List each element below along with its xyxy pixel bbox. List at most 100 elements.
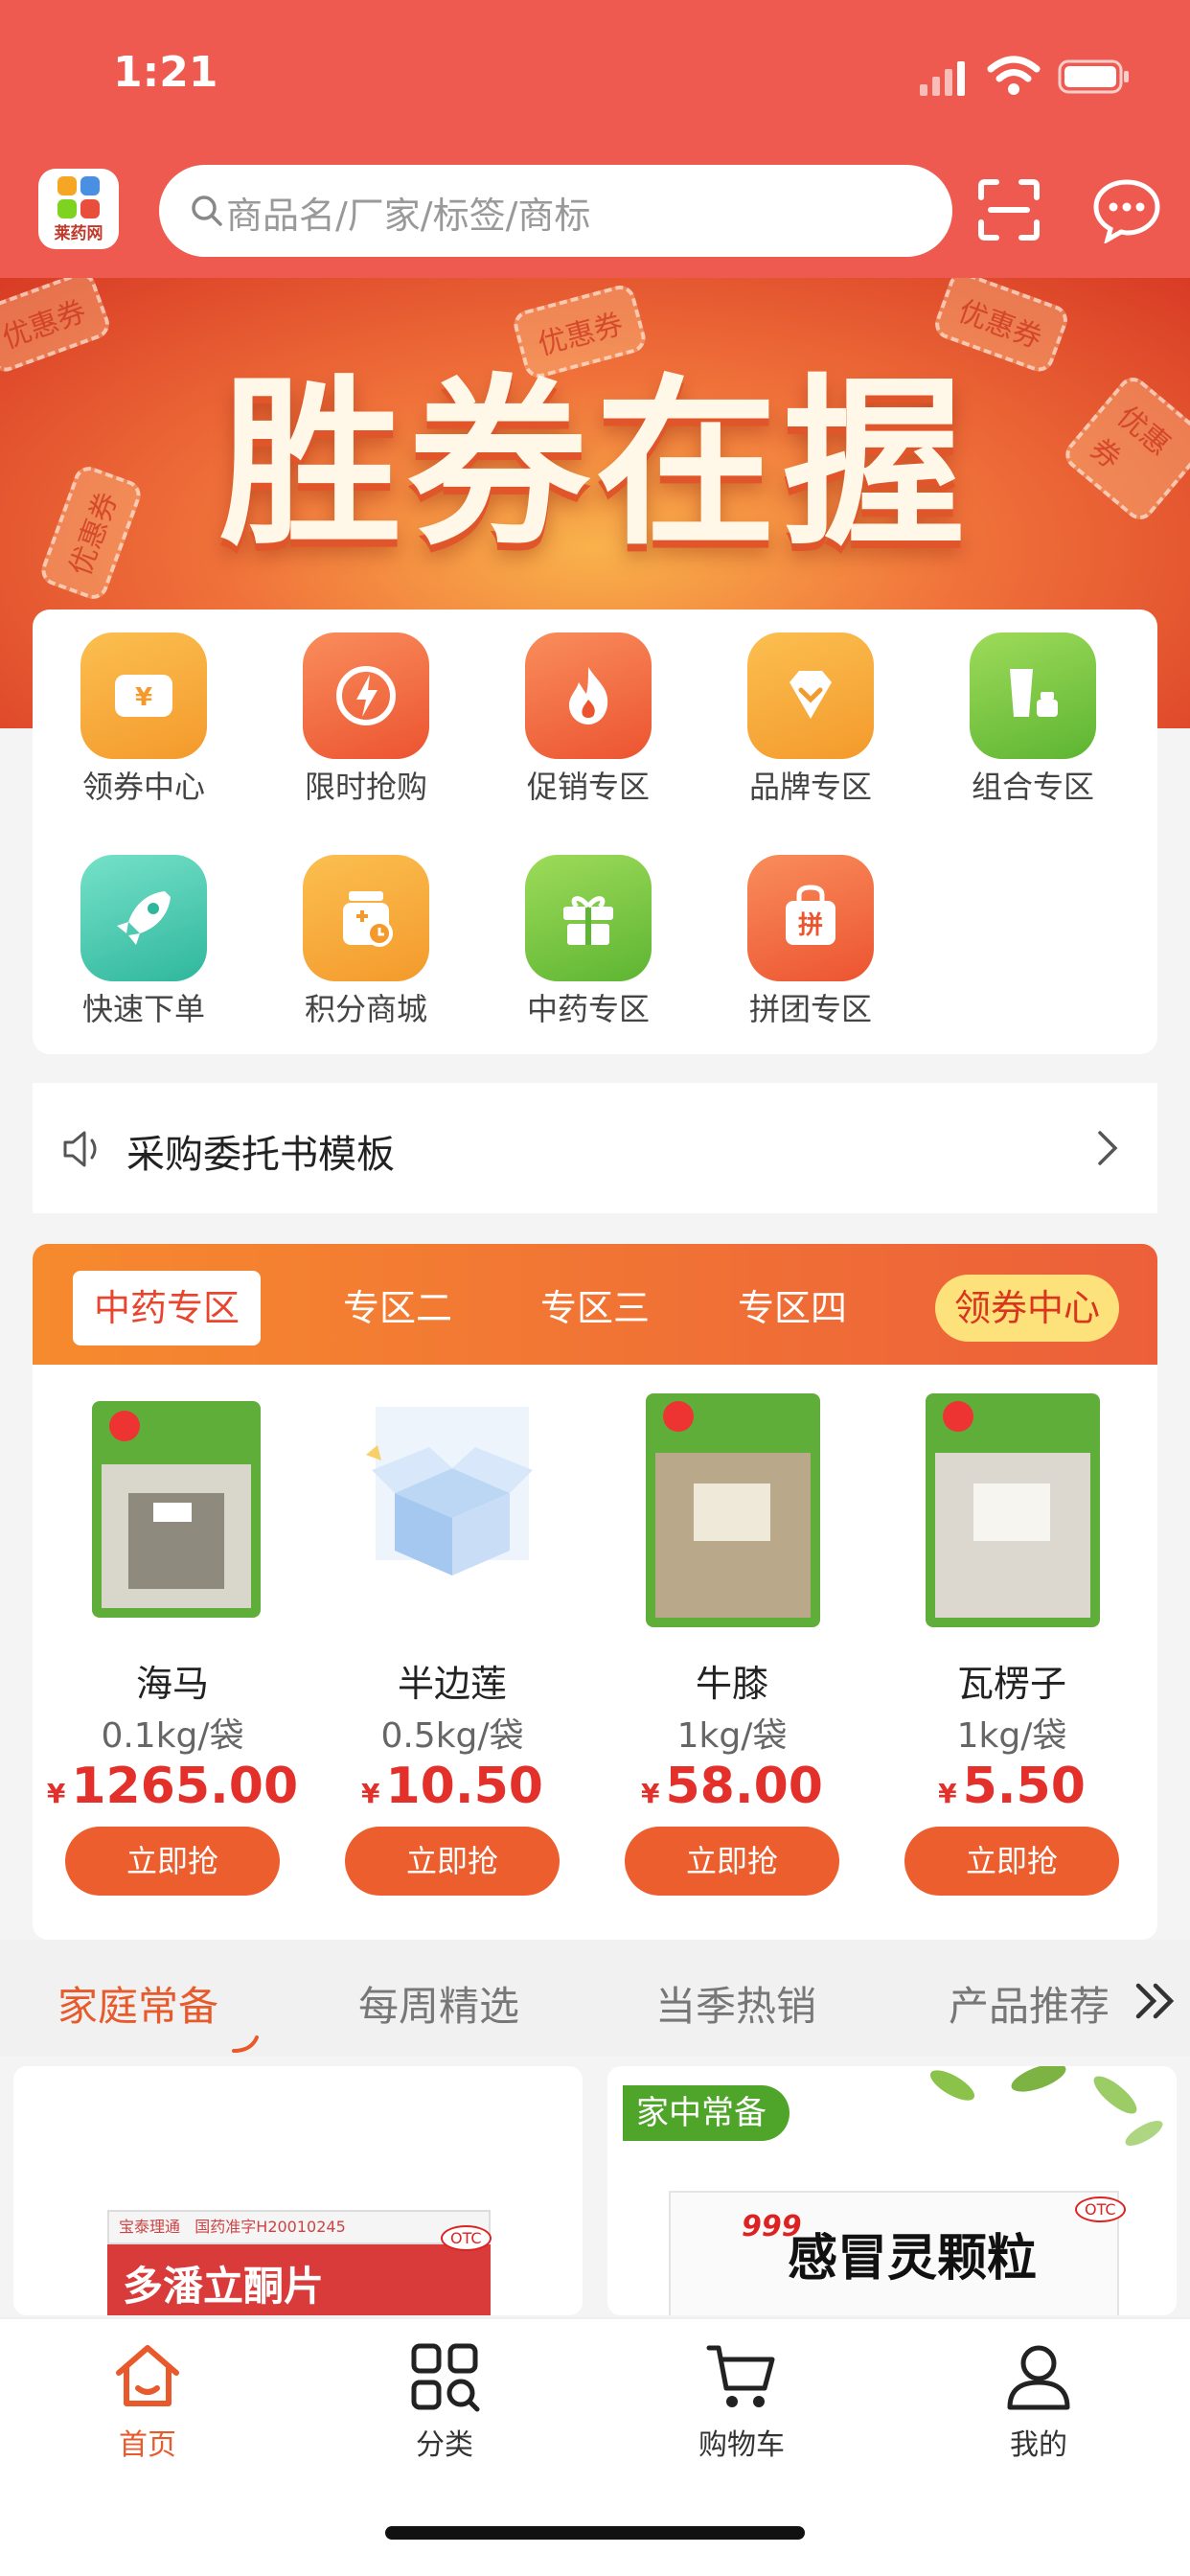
product-card[interactable]: 牛膝 1kg/袋 ¥58.00 立即抢 [592,1388,872,1924]
menu-item-coupon-center[interactable]: ¥ 领券中心 [48,610,240,805]
cosmetics-icon [970,632,1096,759]
product-card[interactable]: 海马 0.1kg/袋 ¥1265.00 立即抢 [33,1388,312,1924]
menu-item-combo[interactable]: 组合专区 [937,610,1129,805]
product-box-top: 宝泰理通 国药准字H20010245 [107,2210,491,2244]
menu-item-brand[interactable]: 品牌专区 [715,610,906,805]
currency-symbol: ¥ [46,1778,66,1809]
product-price: ¥5.50 [872,1758,1152,1815]
top-bar: 莱药网 商品名/厂家/标签/商标 [0,165,1190,257]
menu-item-points-mall[interactable]: 积分商城 [270,832,462,1027]
product-card-large[interactable]: 宝泰理通 国药准字H20010245 多潘立酮片 OTC [13,2066,583,2315]
otc-badge: OTC [1075,2196,1126,2222]
nav-home[interactable]: 首页 [52,2340,243,2462]
product-box-text: 多潘立酮片 [123,2263,325,2310]
scan-icon[interactable] [977,178,1041,242]
menu-item-label: 领券中心 [81,769,205,805]
zone-section: 中药专区 专区二 专区三 专区四 领券中心 海马 0.1kg/袋 ¥1265.0… [33,1244,1157,1940]
message-icon[interactable] [1092,176,1161,243]
buy-now-button[interactable]: 立即抢 [65,1827,280,1896]
product-spec: 1kg/袋 [956,1716,1067,1756]
nav-label: 首页 [119,2428,176,2462]
product-image [92,1401,261,1618]
menu-item-label: 品牌专区 [748,769,872,805]
nav-cart[interactable]: 购物车 [646,2340,837,2462]
app-header: 1:21 莱药网 商品名/厂家/标签/商标 [0,0,1190,278]
rocket-icon [80,855,207,981]
product-spec: 1kg/袋 [676,1716,788,1756]
product-spec: 0.5kg/袋 [380,1716,524,1756]
cart-icon [706,2345,775,2407]
currency-symbol: ¥ [938,1778,957,1809]
chevron-right-icon [1098,1131,1118,1165]
lightning-icon [303,632,429,759]
tab-weekly-picks[interactable]: 每周精选 [358,1974,519,2033]
currency-symbol: ¥ [361,1778,380,1809]
coupon-center-pill[interactable]: 领券中心 [935,1275,1119,1342]
menu-item-label: 积分商城 [304,991,427,1027]
leaves-decoration-icon [929,2066,1163,2146]
category-grid-icon [411,2343,480,2412]
buy-now-button[interactable]: 立即抢 [904,1827,1119,1896]
product-name: 瓦楞子 [956,1663,1066,1705]
price-value: 5.50 [962,1758,1086,1815]
menu-item-label: 促销专区 [526,769,650,805]
tab-tcm-zone[interactable]: 中药专区 [73,1271,261,1346]
home-indicator [385,2526,805,2540]
flame-icon [525,632,652,759]
menu-item-group-buy[interactable]: 拼 拼团专区 [715,832,906,1027]
gem-icon [747,632,874,759]
search-icon [192,196,222,226]
tab-recommended[interactable]: 产品推荐 [949,1974,1110,2033]
product-card[interactable]: 半边莲 0.5kg/袋 ¥10.50 立即抢 [312,1388,592,1924]
currency-symbol: ¥ [641,1778,660,1809]
nav-profile[interactable]: 我的 [943,2340,1134,2462]
product-card[interactable]: 瓦楞子 1kg/袋 ¥5.50 立即抢 [872,1388,1152,1924]
menu-item-promotion[interactable]: 促销专区 [492,610,684,805]
menu-item-label: 中药专区 [526,991,650,1027]
nav-category[interactable]: 分类 [349,2340,540,2462]
points-jar-icon [303,855,429,981]
empty-box-placeholder-icon [366,1407,533,1576]
product-image [926,1393,1100,1627]
battery-icon [1058,59,1129,94]
product-brand: 宝泰理通 [119,2218,181,2236]
product-name: 半边莲 [397,1663,507,1705]
product-price: ¥1265.00 [33,1758,312,1815]
product-card-large[interactable]: 家中常备 999 感冒灵颗粒 OTC [607,2066,1177,2315]
card-label: 家中常备 [623,2085,790,2141]
active-tab-indicator [232,2036,259,2053]
tab-zone-3[interactable]: 专区三 [523,1271,667,1346]
menu-item-quick-order[interactable]: 快速下单 [48,832,240,1027]
svg-text:¥: ¥ [135,683,152,712]
app-logo[interactable]: 莱药网 [38,169,119,249]
product-spec: 0.1kg/袋 [101,1716,244,1756]
product-image [646,1393,820,1627]
notice-bar[interactable]: 采购委托书模板 [33,1083,1157,1213]
tab-home-essentials[interactable]: 家庭常备 [57,1974,218,2033]
logo-text: 莱药网 [54,224,103,243]
menu-item-label: 拼团专区 [748,991,872,1027]
tab-zone-4[interactable]: 专区四 [721,1271,864,1346]
logo-mark-icon [57,176,100,218]
tab-seasonal-hot[interactable]: 当季热销 [655,1974,816,2033]
group-bag-icon: 拼 [747,855,874,981]
zone-tab-bar: 中药专区 专区二 专区三 专区四 领券中心 [33,1244,1157,1365]
nav-label: 我的 [1010,2428,1067,2462]
buy-now-button[interactable]: 立即抢 [625,1827,839,1896]
double-chevron-right-icon[interactable] [1133,1980,1179,2022]
product-name: 牛膝 [695,1663,768,1705]
otc-badge: OTC [441,2225,492,2251]
svg-text:拼: 拼 [798,911,823,940]
price-value: 58.00 [665,1758,823,1815]
user-icon [1007,2345,1070,2410]
search-input[interactable]: 商品名/厂家/标签/商标 [159,165,952,257]
price-value: 1265.00 [71,1758,299,1815]
yen-ticket-icon: ¥ [80,632,207,759]
search-placeholder: 商品名/厂家/标签/商标 [226,195,591,237]
nav-label: 分类 [416,2428,473,2462]
tab-zone-2[interactable]: 专区二 [326,1271,469,1346]
menu-item-tcm[interactable]: 中药专区 [492,832,684,1027]
menu-item-label: 限时抢购 [304,769,427,805]
menu-item-flash-sale[interactable]: 限时抢购 [270,610,462,805]
buy-now-button[interactable]: 立即抢 [345,1827,560,1896]
